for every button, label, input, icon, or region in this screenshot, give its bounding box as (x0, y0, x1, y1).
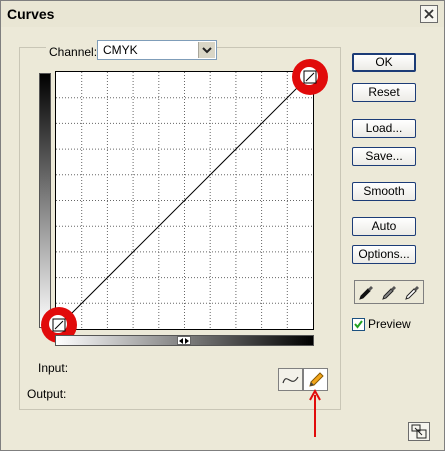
black-eyedropper-icon (359, 286, 373, 300)
expand-icon (411, 424, 427, 439)
title-bar: Curves (1, 1, 444, 27)
pencil-tool-button[interactable] (303, 368, 328, 391)
curve-graph[interactable] (55, 71, 314, 330)
reset-button[interactable]: Reset (352, 83, 416, 102)
close-button[interactable] (420, 5, 438, 23)
input-label: Input: (38, 361, 69, 375)
chevron-down-icon[interactable] (198, 42, 215, 58)
output-gradient-bar (39, 73, 51, 328)
gray-eyedropper-icon (382, 286, 396, 300)
swap-arrows-icon (179, 338, 189, 344)
curve-tool-icon (282, 376, 299, 384)
auto-button[interactable]: Auto (352, 217, 416, 236)
smooth-button[interactable]: Smooth (352, 182, 416, 201)
channel-label: Channel: (46, 45, 101, 59)
ok-button[interactable]: OK (352, 53, 416, 72)
white-eyedropper-icon (405, 286, 419, 300)
eyedropper-group (354, 280, 424, 304)
gray-eyedropper-button[interactable] (379, 282, 400, 302)
save-button[interactable]: Save... (352, 147, 416, 166)
annotation-arrow (309, 389, 321, 437)
preview-checkbox[interactable] (352, 318, 365, 331)
curve-tool-button[interactable] (278, 368, 303, 391)
options-button[interactable]: Options... (352, 245, 416, 264)
close-icon (424, 9, 434, 19)
pencil-icon (309, 372, 324, 387)
channel-dropdown[interactable]: CMYK (97, 40, 217, 60)
black-eyedropper-button[interactable] (356, 282, 377, 302)
white-eyedropper-button[interactable] (402, 282, 423, 302)
output-label: Output: (27, 387, 67, 401)
expand-dialog-button[interactable] (408, 422, 430, 441)
window-title: Curves (7, 6, 55, 22)
load-button[interactable]: Load... (352, 119, 416, 138)
gradient-toggle-button[interactable] (177, 336, 191, 345)
preview-label: Preview (368, 317, 411, 331)
curve-grid (56, 72, 313, 329)
curves-dialog: Curves Channel: CMYK Input: Output: OK R… (0, 0, 445, 451)
checkmark-icon (354, 320, 363, 329)
channel-value: CMYK (103, 43, 138, 57)
top-right-curve-point[interactable] (292, 59, 328, 95)
